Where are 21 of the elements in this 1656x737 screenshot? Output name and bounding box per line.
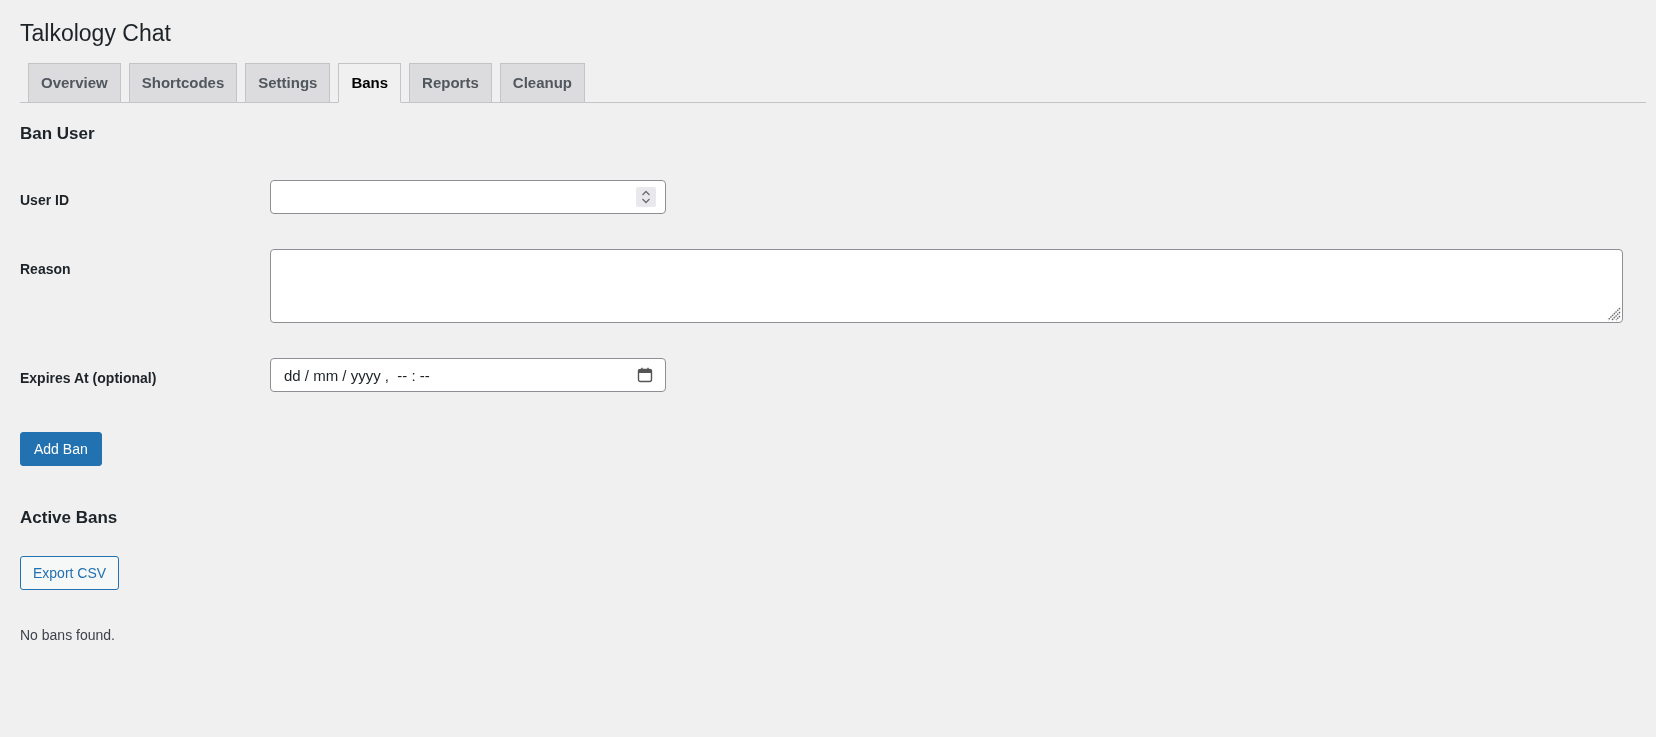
nav-tab[interactable]: Cleanup (499, 63, 585, 103)
export-csv-button[interactable]: Export CSV (20, 556, 120, 590)
nav-tab[interactable]: Reports (409, 63, 492, 103)
add-ban-button[interactable]: Add Ban (20, 432, 102, 466)
nav-tab[interactable]: Overview (28, 63, 121, 103)
stepper-arrows-icon[interactable] (636, 187, 656, 207)
calendar-icon[interactable] (637, 367, 653, 383)
nav-tab[interactable]: Bans (338, 63, 402, 103)
nav-tab[interactable]: Settings (245, 63, 331, 103)
field-label: User ID (20, 192, 70, 208)
resize-grip-icon[interactable] (1605, 305, 1621, 321)
number-input[interactable] (270, 180, 666, 214)
section-heading: Active Bans (20, 507, 118, 529)
field-label: Reason (20, 261, 71, 277)
section-heading: Ban User (20, 123, 95, 145)
reason-textarea[interactable] (270, 249, 1623, 323)
date-time-input[interactable]: dd / mm / yyyy , -- : -- (270, 358, 666, 392)
empty-message: No bans found. (20, 626, 115, 645)
field-label: Expires At (optional) (20, 370, 157, 386)
nav-tab[interactable]: Shortcodes (128, 63, 238, 103)
page-title: Talkology Chat (20, 19, 171, 48)
